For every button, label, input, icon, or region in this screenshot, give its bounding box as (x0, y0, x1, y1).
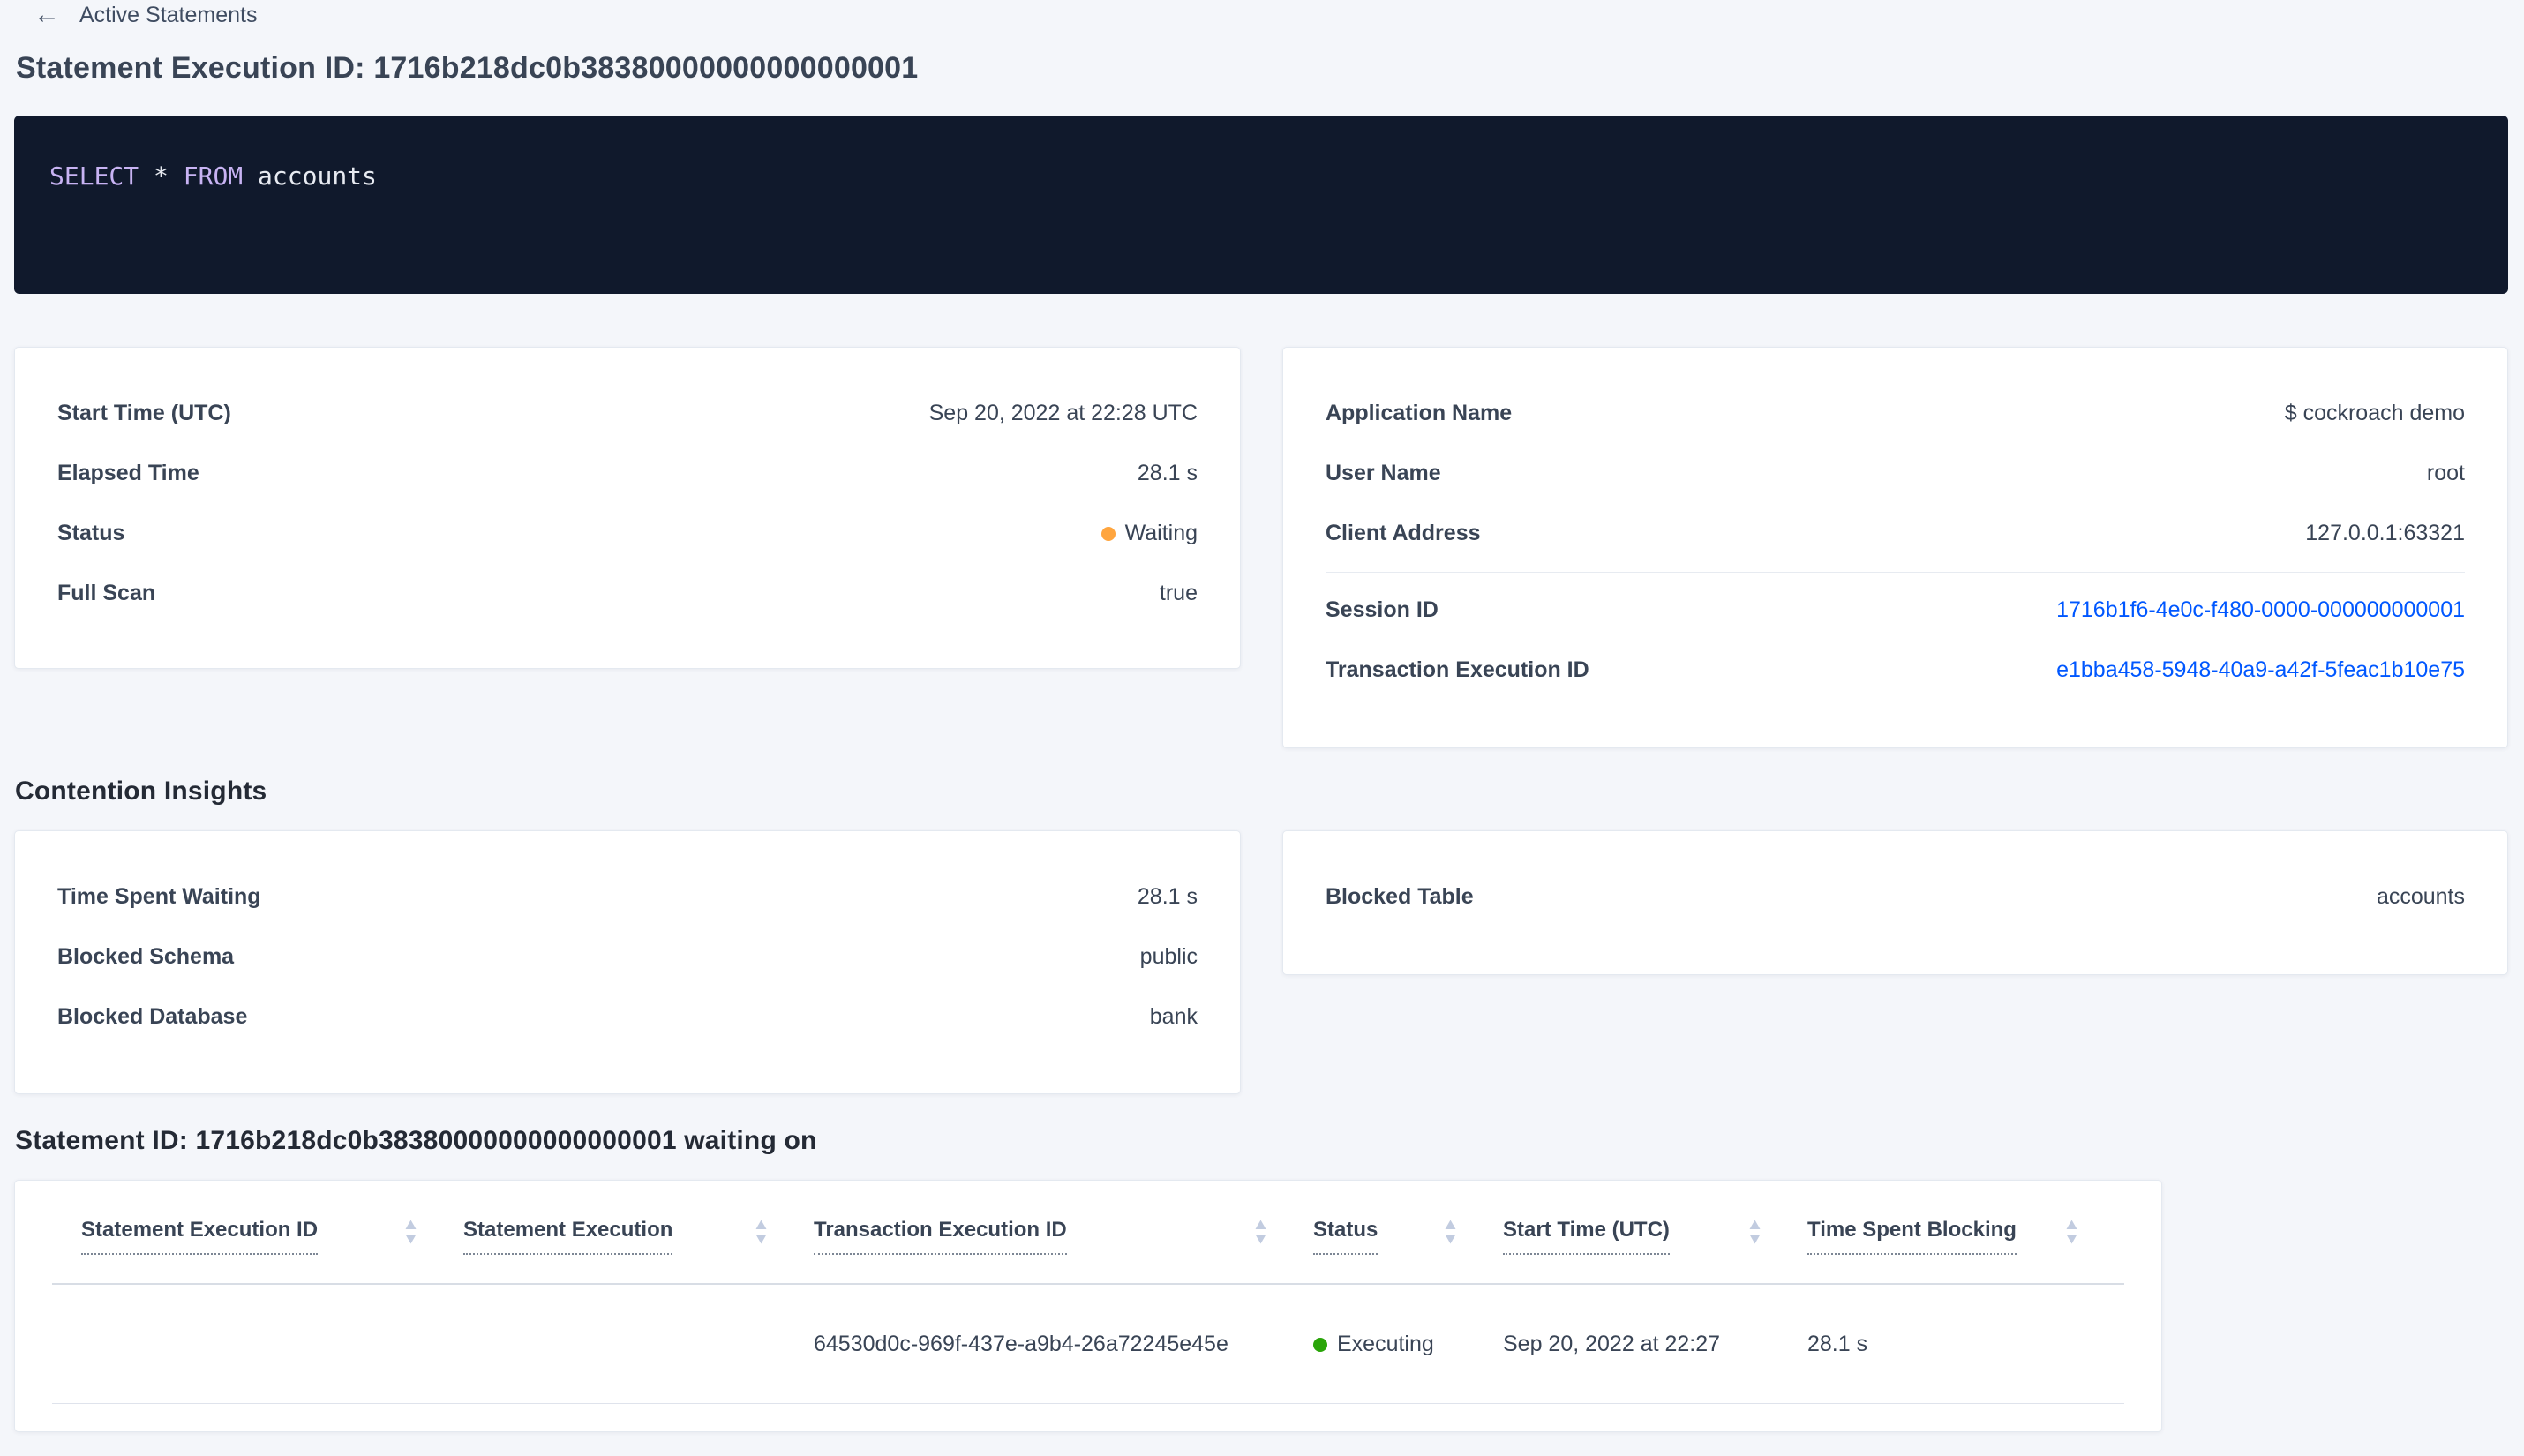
statement-execution-header-label[interactable]: Statement Execution (463, 1218, 673, 1255)
client-address-value: 127.0.0.1:63321 (2305, 520, 2465, 545)
start-time-label: Start Time (UTC) (57, 400, 231, 425)
blocked-database-label: Blocked Database (57, 1003, 248, 1029)
sql-statement-text: SELECT * FROM accounts (49, 161, 2473, 191)
info-row: Application Name $ cockroach demo (1326, 383, 2465, 443)
time-spent-waiting-label: Time Spent Waiting (57, 883, 261, 909)
time-spent-blocking-cell: 28.1 s (1807, 1331, 1868, 1356)
info-row: Full Scan true (57, 563, 1198, 623)
back-link-label: Active Statements (79, 2, 258, 27)
application-name-label: Application Name (1326, 400, 1513, 425)
session-card: Application Name $ cockroach demo User N… (1282, 347, 2508, 748)
sort-icon[interactable] (1254, 1220, 1267, 1244)
info-row: Client Address 127.0.0.1:63321 (1326, 503, 2465, 563)
info-row: Start Time (UTC) Sep 20, 2022 at 22:28 U… (57, 383, 1198, 443)
session-card-divider (1326, 572, 2465, 573)
column-header-statement-execution: Statement Execution (463, 1218, 814, 1255)
user-name-label: User Name (1326, 460, 1441, 485)
info-row: Blocked Database bank (57, 987, 1198, 1047)
transaction-execution-id-header-label[interactable]: Transaction Execution ID (814, 1218, 1067, 1255)
full-scan-label: Full Scan (57, 580, 156, 605)
status-header-label[interactable]: Status (1313, 1218, 1378, 1255)
user-name-value: root (2426, 460, 2465, 485)
time-spent-blocking-header-label[interactable]: Time Spent Blocking (1807, 1218, 2017, 1255)
blocked-schema-label: Blocked Schema (57, 943, 235, 969)
contention-card: Time Spent Waiting 28.1 s Blocked Schema… (14, 830, 1241, 1094)
waiting-on-table-inner: Statement Execution ID Statement Executi… (52, 1181, 2124, 1404)
start-time-value: Sep 20, 2022 at 22:28 UTC (928, 400, 1198, 425)
full-scan-value: true (1159, 580, 1198, 605)
sort-icon[interactable] (755, 1220, 768, 1244)
session-id-link[interactable]: 1716b1f6-4e0c-f480-0000-000000000001 (2056, 597, 2465, 623)
sort-icon[interactable] (1748, 1220, 1762, 1244)
transaction-execution-id-label: Transaction Execution ID (1326, 657, 1589, 682)
sql-statement-box: SELECT * FROM accounts (14, 116, 2508, 294)
sort-icon[interactable] (1444, 1220, 1457, 1244)
back-arrow-icon: ← (34, 0, 60, 29)
status-cell-text: Executing (1337, 1331, 1434, 1356)
sql-keyword-from: FROM (183, 161, 244, 191)
waiting-status-dot-icon (1100, 526, 1116, 541)
sort-icon[interactable] (2065, 1220, 2078, 1244)
page-title: Statement Execution ID: 1716b218dc0b3838… (16, 51, 919, 85)
session-id-label: Session ID (1326, 597, 1439, 622)
contention-insights-heading: Contention Insights (15, 777, 267, 806)
waiting-on-heading: Statement ID: 1716b218dc0b38380000000000… (15, 1126, 817, 1155)
sort-icon[interactable] (404, 1220, 417, 1244)
info-row: Status Waiting (57, 503, 1198, 563)
waiting-on-table: Statement Execution ID Statement Executi… (14, 1180, 2162, 1432)
info-row: Blocked Table accounts (1326, 867, 2465, 927)
application-name-value: $ cockroach demo (2284, 400, 2465, 425)
elapsed-time-label: Elapsed Time (57, 460, 199, 485)
transaction-execution-id-link[interactable]: e1bba458-5948-40a9-a42f-5feac1b10e75 (2056, 657, 2465, 683)
status-cell: Executing (1313, 1332, 1503, 1357)
executing-status-dot-icon (1313, 1337, 1327, 1352)
column-header-time-spent-blocking: Time Spent Blocking (1807, 1218, 2124, 1255)
start-time-cell: Sep 20, 2022 at 22:27 (1503, 1331, 1721, 1356)
statement-execution-id-header-label[interactable]: Statement Execution ID (81, 1218, 319, 1255)
info-row: Blocked Schema public (57, 927, 1198, 987)
sql-keyword-select: SELECT (49, 161, 139, 191)
start-time-header-label[interactable]: Start Time (UTC) (1503, 1218, 1670, 1255)
sql-star: * (154, 161, 169, 191)
column-header-start-time: Start Time (UTC) (1503, 1218, 1807, 1255)
blocked-table-label: Blocked Table (1326, 883, 1474, 909)
elapsed-time-value: 28.1 s (1137, 460, 1198, 485)
time-spent-waiting-value: 28.1 s (1137, 883, 1198, 909)
column-header-transaction-execution-id: Transaction Execution ID (814, 1218, 1313, 1255)
status-value: Waiting (1100, 520, 1198, 546)
info-row: Elapsed Time 28.1 s (57, 443, 1198, 503)
status-label: Status (57, 520, 125, 545)
info-row: Session ID 1716b1f6-4e0c-f480-0000-00000… (1326, 580, 2465, 640)
blocked-table-card: Blocked Table accounts (1282, 830, 2508, 975)
info-row: Time Spent Waiting 28.1 s (57, 867, 1198, 927)
statement-execution-page: ← Active Statements Statement Execution … (0, 0, 2524, 1456)
back-to-active-statements-link[interactable]: ← Active Statements (34, 2, 257, 28)
table-row: 64530d0c-969f-437e-a9b4-26a72245e45e Exe… (52, 1285, 2124, 1404)
table-header-row: Statement Execution ID Statement Executi… (52, 1181, 2124, 1285)
blocked-database-value: bank (1149, 1003, 1198, 1029)
column-header-status: Status (1313, 1218, 1503, 1255)
sql-table-name: accounts (258, 161, 377, 191)
status-value-text: Waiting (1124, 520, 1198, 545)
column-header-statement-execution-id: Statement Execution ID (52, 1218, 463, 1255)
blocked-schema-value: public (1139, 943, 1198, 969)
transaction-execution-id-cell: 64530d0c-969f-437e-a9b4-26a72245e45e (814, 1331, 1228, 1356)
blocked-table-value: accounts (2376, 883, 2465, 909)
info-row: Transaction Execution ID e1bba458-5948-4… (1326, 640, 2465, 700)
info-row: User Name root (1326, 443, 2465, 503)
overview-card: Start Time (UTC) Sep 20, 2022 at 22:28 U… (14, 347, 1241, 669)
client-address-label: Client Address (1326, 520, 1481, 545)
